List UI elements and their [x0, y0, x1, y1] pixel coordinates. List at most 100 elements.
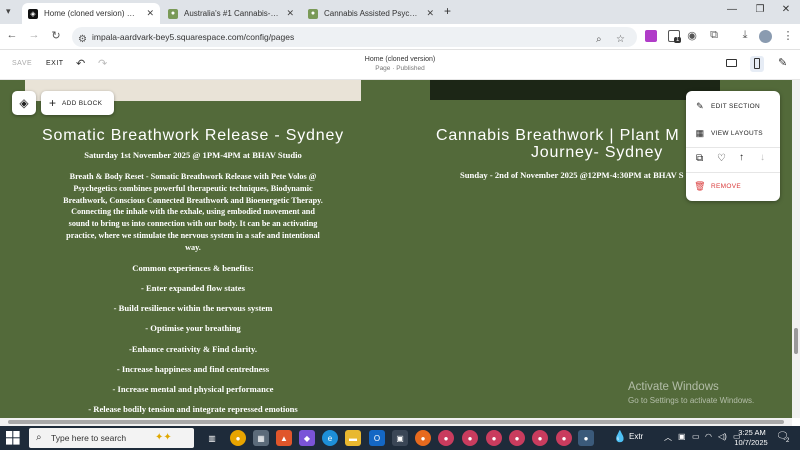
horizontal-scrollbar-thumb[interactable]	[8, 420, 784, 424]
site-favicon: ●	[308, 8, 318, 19]
description-line: way.	[185, 242, 201, 252]
tray-chevron-icon[interactable]: ︿	[664, 432, 672, 443]
restore-icon[interactable]: ❐	[746, 4, 774, 15]
taskbar-search-input[interactable]: ⌕ Type here to search ✦✦	[29, 428, 194, 448]
extensions-puzzle-icon[interactable]: ⧉	[706, 29, 722, 42]
vertical-scrollbar[interactable]	[792, 80, 800, 418]
clock-time[interactable]: 3:25 AM	[736, 428, 768, 437]
desktop-view-icon[interactable]	[726, 59, 737, 67]
url-text: impala-aardvark-bey5.squarespace.com/con…	[92, 32, 295, 42]
close-tab-icon[interactable]: ✕	[286, 8, 294, 19]
page-section[interactable]: ◈ + ADD BLOCK Somatic Breathwork Release…	[0, 80, 792, 418]
edit-section-button[interactable]: ✎ EDIT SECTION	[694, 101, 760, 112]
section-context-menu: ✎ EDIT SECTION ▦ VIEW LAYOUTS ⧉ ♡ ↑ ↓ 🗑 …	[686, 91, 780, 201]
close-tab-icon[interactable]: ✕	[146, 8, 154, 19]
address-bar[interactable]: ⚙ impala-aardvark-bey5.squarespace.com/c…	[72, 27, 637, 47]
tray-app-icon[interactable]: ▣	[678, 432, 686, 441]
zoom-icon[interactable]: ⌕	[596, 30, 602, 50]
squarespace-favicon: ◈	[28, 8, 38, 19]
store-taskbar-icon[interactable]: ▣	[392, 430, 408, 446]
trash-icon: 🗑	[694, 181, 706, 191]
volume-icon[interactable]: ◁)	[718, 432, 727, 441]
move-up-icon[interactable]: ↑	[739, 152, 744, 163]
remove-label: REMOVE	[711, 183, 741, 190]
design-brush-icon[interactable]: ✎	[778, 56, 787, 69]
windows-start-icon[interactable]	[6, 431, 20, 445]
benefit-item: - Release bodily tension and integrate r…	[88, 404, 298, 414]
site-info-icon[interactable]: ⚙	[78, 30, 87, 50]
search-icon: ⌕	[36, 432, 42, 443]
forward-icon[interactable]: →	[26, 29, 42, 41]
calculator-taskbar-icon[interactable]: ▦	[253, 430, 269, 446]
camera-icon[interactable]: ◉	[684, 29, 700, 42]
file-explorer-taskbar-icon[interactable]: ▬	[345, 430, 361, 446]
bookmark-star-icon[interactable]: ☆	[616, 30, 625, 50]
notification-count: 2	[786, 438, 790, 444]
vertical-scrollbar-thumb[interactable]	[794, 328, 798, 354]
chrome-profile-taskbar-icon[interactable]: ●	[556, 430, 572, 446]
event-title-left: Somatic Breathwork Release - Sydney	[42, 127, 344, 144]
weather-icon[interactable]: 💧	[613, 430, 627, 443]
new-tab-button[interactable]: +	[444, 4, 451, 18]
menu-divider	[686, 172, 780, 173]
task-view-icon[interactable]: ▥	[204, 430, 220, 446]
profile-avatar[interactable]	[759, 30, 772, 43]
chrome-active-taskbar-icon[interactable]: ●	[578, 430, 594, 446]
description-line: practice, where we stimulate the nervous…	[66, 230, 320, 240]
close-tab-icon[interactable]: ✕	[426, 8, 434, 19]
clock-date[interactable]: 10/7/2025	[733, 438, 769, 447]
pencil-icon: ✎	[696, 101, 704, 111]
app-taskbar-icon[interactable]: ◆	[299, 430, 315, 446]
description-line: Breathwork, Conscious Connected Breathwo…	[63, 195, 323, 205]
windows-taskbar: ⌕ Type here to search ✦✦ ▥ ● ▦ ▲ ◆ e ▬ O…	[0, 426, 800, 450]
layers-button[interactable]: ◈	[12, 91, 36, 115]
brave-taskbar-icon[interactable]: ▲	[276, 430, 292, 446]
chrome-profile-taskbar-icon[interactable]: ●	[462, 430, 478, 446]
extension-download-icon[interactable]	[645, 30, 657, 42]
event-date-left: Saturday 1st November 2025 @ 1PM-4PM at …	[84, 150, 302, 160]
view-layouts-label: VIEW LAYOUTS	[711, 130, 763, 137]
chrome-taskbar-icon[interactable]: ●	[230, 430, 246, 446]
chrome-profile-taskbar-icon[interactable]: ●	[438, 430, 454, 446]
benefit-item: - Build resilience within the nervous sy…	[113, 303, 273, 313]
minimize-icon[interactable]: —	[718, 4, 746, 15]
view-layouts-button[interactable]: ▦ VIEW LAYOUTS	[694, 128, 763, 139]
browser-menu-icon[interactable]: ⋮	[780, 29, 796, 42]
description-line: Psychegetics combines powerful therapeut…	[73, 183, 313, 193]
benefit-item: - Optimise your breathing	[145, 323, 241, 333]
tab-cannabis-psychedelic[interactable]: ● Cannabis Assisted Psychedelic ✕	[302, 3, 440, 24]
mobile-view-icon-inner	[754, 58, 760, 69]
tray-device-icon[interactable]: ▭	[692, 432, 700, 441]
tab-search-icon[interactable]: ▾	[6, 6, 18, 18]
back-icon[interactable]: ←	[4, 29, 20, 41]
duplicate-icon[interactable]: ⧉	[696, 153, 703, 164]
wifi-icon[interactable]: ◠	[705, 432, 712, 441]
close-window-icon[interactable]: ✕	[772, 4, 800, 15]
tab-home-cloned[interactable]: ◈ Home (cloned version) — Psych ✕	[22, 3, 160, 24]
search-placeholder: Type here to search	[51, 433, 127, 443]
browser-toolbar: ← → ↻ ⚙ impala-aardvark-bey5.squarespace…	[0, 24, 800, 50]
tab-australia-cannabis[interactable]: ● Australia's #1 Cannabis-Assiste ✕	[162, 3, 300, 24]
weather-text[interactable]: Extr	[629, 432, 643, 441]
add-block-label: ADD BLOCK	[62, 99, 103, 107]
menu-divider	[686, 147, 780, 148]
heart-icon[interactable]: ♡	[717, 153, 726, 164]
extension-badge: 1	[674, 37, 682, 43]
chrome-profile-taskbar-icon[interactable]: ●	[486, 430, 502, 446]
tab-label: Australia's #1 Cannabis-Assiste	[184, 9, 280, 18]
add-block-button[interactable]: + ADD BLOCK	[41, 91, 114, 115]
firefox-taskbar-icon[interactable]: ●	[415, 430, 431, 446]
edge-taskbar-icon[interactable]: e	[322, 430, 338, 446]
event-description-left: Breath & Body Reset - Somatic Breathwork…	[40, 171, 346, 254]
remove-section-button[interactable]: 🗑 REMOVE	[694, 181, 741, 192]
chrome-profile-taskbar-icon[interactable]: ●	[532, 430, 548, 446]
search-highlight-icon: ✦✦	[155, 432, 172, 443]
move-down-icon[interactable]: ↓	[760, 152, 765, 163]
downloads-icon[interactable]: ⤓	[737, 29, 753, 42]
chrome-profile-taskbar-icon[interactable]: ●	[509, 430, 525, 446]
page-title: Home (cloned version)	[364, 56, 436, 63]
outlook-taskbar-icon[interactable]: O	[369, 430, 385, 446]
reload-icon[interactable]: ↻	[48, 29, 64, 42]
site-favicon: ●	[168, 8, 178, 19]
event-date-right: Sunday - 2nd of November 2025 @12PM-4:30…	[460, 170, 684, 180]
